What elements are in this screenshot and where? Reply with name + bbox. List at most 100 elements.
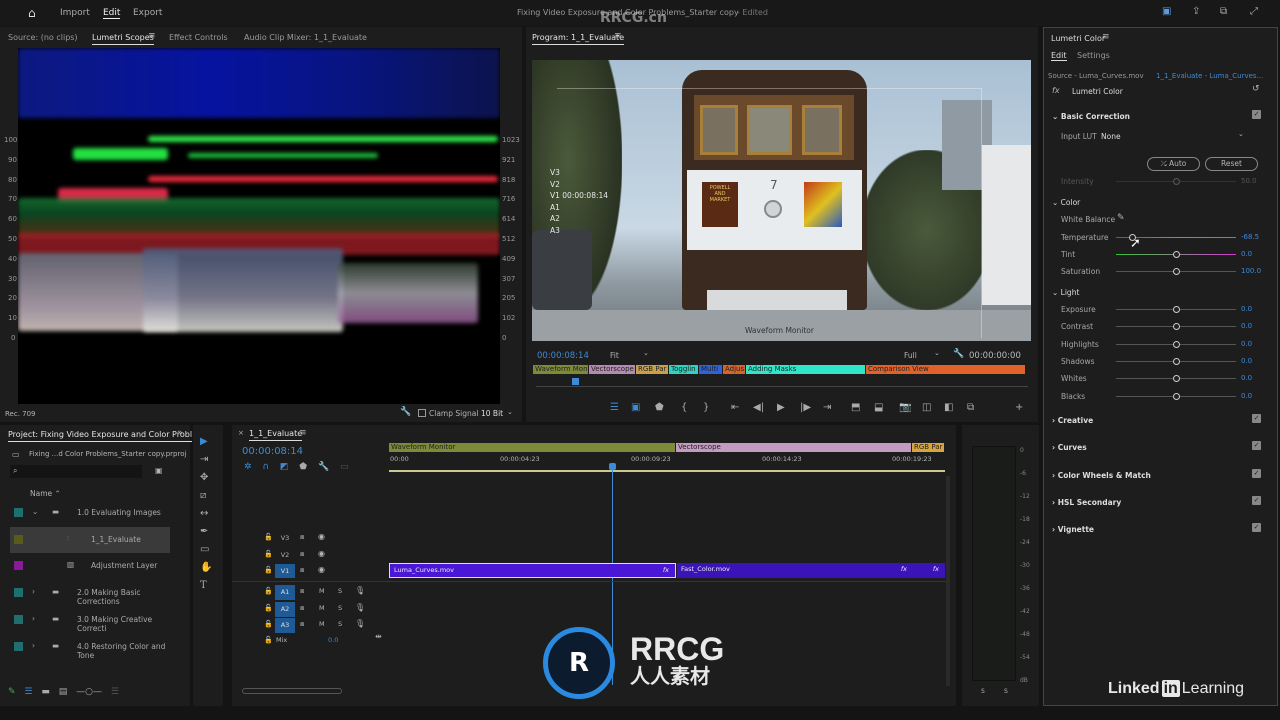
shadows-slider[interactable] [1116,357,1236,365]
lock-icon[interactable]: 🔓 [264,566,273,574]
track-v1[interactable]: V1 [275,564,295,579]
whites-value[interactable]: 0.0 [1241,374,1252,382]
eye-icon[interactable]: ◉ [318,549,325,558]
auto-button[interactable]: ⤯ Auto [1147,157,1200,171]
sync-lock-icon[interactable]: ⧈ [300,566,304,575]
program-marker[interactable]: Togglin [669,365,698,374]
eye-icon[interactable]: ◉ [318,532,325,541]
eyedropper-icon[interactable]: ✎ [1117,213,1125,223]
solo-right-button[interactable]: S [1004,688,1008,695]
step-back-icon[interactable]: ◀| [753,402,764,413]
contrast-value[interactable]: 0.0 [1241,322,1252,330]
zoom-fit-dropdown[interactable]: Fit [610,351,619,360]
go-to-end-icon[interactable]: ⇹ [375,632,382,641]
sync-lock-icon[interactable]: ⧈ [300,604,304,613]
solo-button[interactable]: S [338,620,342,628]
section-enable-checkbox[interactable]: ✓ [1252,523,1261,533]
program-marker[interactable]: RGB Par [636,365,668,374]
mix-value[interactable]: 0.0 [328,636,338,644]
ripple-edit-tool-icon[interactable]: ✥ [200,472,208,483]
temperature-value[interactable]: -68.5 [1241,233,1259,241]
marker-toggle-icon[interactable]: ☰ [610,402,619,413]
section-color[interactable]: ⌄ Color [1052,198,1080,207]
snap-icon[interactable]: ∩ [262,462,269,472]
solo-button[interactable]: S [338,604,342,612]
timeline-vertical-scrollbar[interactable] [946,476,950,686]
solo-button[interactable]: S [338,587,342,595]
type-tool-icon[interactable]: T [200,580,207,591]
panel-menu-icon[interactable]: ≡ [148,31,156,41]
reset-effect-icon[interactable]: ↺ [1252,84,1260,94]
section-vignette[interactable]: › Vignette [1052,525,1094,534]
tab-audio-clip-mixer[interactable]: Audio Clip Mixer: 1_1_Evaluate [244,33,367,42]
clip-fast-color[interactable]: Fast_Color.mov fx fx [677,563,945,578]
program-scrub-bar[interactable] [536,386,1028,387]
chevron-down-icon[interactable]: ⌄ [32,507,38,516]
zoom-slider[interactable]: —○— [76,687,102,697]
section-curves[interactable]: › Curves [1052,443,1087,452]
lock-icon[interactable]: 🔓 [264,550,273,558]
mute-button[interactable]: M [319,620,325,628]
project-item[interactable]: › ▬ 4.0 Restoring Color and Tone [10,634,170,660]
share-icon[interactable]: ⇪ [1192,6,1200,17]
mark-in-icon[interactable]: { [681,402,687,413]
slider-knob[interactable] [1173,392,1180,400]
project-item[interactable]: ▧ Adjustment Layer [10,553,170,579]
proxy-icon[interactable]: ◧ [944,402,953,413]
saturation-slider[interactable] [1116,268,1236,275]
timeline-settings-icon[interactable]: 🔧 [318,462,329,472]
mute-button[interactable]: M [319,587,325,595]
chevron-right-icon[interactable]: › [32,587,35,596]
clamp-signal-checkbox[interactable] [418,409,426,417]
fullscreen-icon[interactable]: ⤢ [1250,6,1258,17]
section-enable-checkbox[interactable]: ✓ [1252,441,1261,451]
lift-icon[interactable]: ⬒ [851,402,860,413]
section-enable-checkbox[interactable]: ✓ [1252,414,1261,423]
play-icon[interactable]: ▶ [777,402,785,413]
sequence-tab[interactable]: 1_1_Evaluate [249,429,303,441]
solo-left-button[interactable]: S [981,688,985,695]
nav-import[interactable]: Import [60,8,90,18]
nav-export[interactable]: Export [133,8,162,18]
playhead[interactable] [572,378,579,385]
slip-tool-icon[interactable]: ↔ [200,508,208,519]
sync-lock-icon[interactable]: ⧈ [300,550,304,559]
label-color-swatch[interactable] [14,508,23,517]
reset-button[interactable]: Reset [1205,157,1258,171]
lock-icon[interactable]: 🔓 [264,533,273,541]
lock-icon[interactable]: 🔓 [264,587,273,595]
section-basic-correction[interactable]: ⌄ Basic Correction [1052,112,1130,121]
scope-settings-wrench-icon[interactable]: 🔧 [400,407,411,417]
expand-panels-icon[interactable]: » [177,428,183,438]
freeform-view-icon[interactable]: ▤ [59,687,68,697]
captions-icon[interactable]: ▭ [340,462,349,472]
razor-tool-icon[interactable]: ⧄ [200,490,206,501]
program-marker[interactable]: Comparison View [866,365,1025,374]
add-marker-icon[interactable]: ⬟ [655,402,664,413]
label-color-swatch[interactable] [14,641,23,651]
pencil-icon[interactable]: ✎ [8,687,16,697]
sync-lock-icon[interactable]: ⧈ [300,533,304,542]
section-enable-checkbox[interactable]: ✓ [1252,468,1261,478]
timeline-marker[interactable]: Vectorscope [676,443,911,452]
step-forward-icon[interactable]: |▶ [800,402,811,413]
add-button-icon[interactable]: + [1015,402,1023,413]
track-v3[interactable]: V3 [275,531,295,545]
timeline-timecode[interactable]: 00:00:08:14 [242,446,303,457]
highlights-slider[interactable] [1116,340,1236,348]
project-item[interactable]: ⌄ ▬ 1.0 Evaluating Images [10,500,170,526]
timeline-horizontal-scrollbar[interactable] [242,688,342,694]
slider-knob[interactable] [1173,340,1180,348]
clip-luma-curves[interactable]: Luma_Curves.mov fx [389,563,676,578]
project-search-input[interactable]: ⌕ [10,465,142,478]
exposure-slider[interactable] [1116,306,1236,313]
close-icon[interactable]: × [238,429,244,437]
export-frame-icon[interactable]: 📷 [899,402,911,413]
timeline-marker[interactable]: Waveform Monitor [389,443,675,452]
program-marker[interactable]: Adding Masks [746,365,865,374]
chevron-right-icon[interactable]: › [32,614,35,623]
contrast-slider[interactable] [1116,323,1236,331]
source-clip-selector[interactable]: Source - Luma_Curves.mov [1048,72,1144,80]
tab-settings[interactable]: Settings [1077,51,1110,60]
tab-lumetri-scopes[interactable]: Lumetri Scopes [92,33,154,45]
